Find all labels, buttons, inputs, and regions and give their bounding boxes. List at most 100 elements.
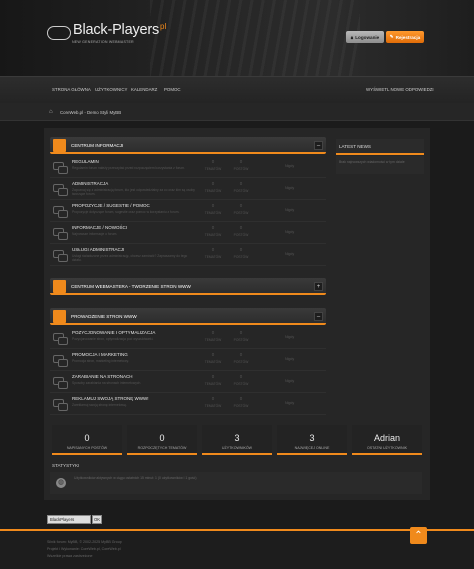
forum-title[interactable]: USŁUGI ADMINISTRACJI <box>72 247 124 252</box>
forum-icon <box>53 377 68 389</box>
topic-count: 0 <box>211 159 215 164</box>
footer-line: Wszelkie prawa zastrzeżone <box>47 554 93 558</box>
register-button[interactable]: ✎ Rejestracja <box>386 31 424 43</box>
category-title[interactable]: PROWADZENIE STRON WWW <box>71 314 137 319</box>
site-header: Black-Players pl NEW GENERATION WEBMASTE… <box>0 0 474 76</box>
breadcrumb-link[interactable]: CoreWeb.pl - Demo Styli MyBB <box>60 110 121 115</box>
latest-news-body: Brak najnowszych wiadomości w tym dziale <box>336 156 424 174</box>
topic-count: 0 <box>211 374 215 379</box>
forum-icon <box>53 162 68 174</box>
site-logo[interactable]: Black-Players pl <box>47 22 166 40</box>
stat-value[interactable]: Adrian <box>352 433 422 443</box>
category-header-webmaster: CENTRUM WEBMASTERA - TWORZENIE STRON WWW… <box>50 278 326 295</box>
post-label: POSTÓW <box>233 211 249 215</box>
post-label: POSTÓW <box>233 338 249 342</box>
nav-home[interactable]: STRONA GŁÓWNA <box>52 87 91 92</box>
forum-row: REKLAMUJ SWOJĄ STRONĘ WWW! Zareklamuj sw… <box>50 393 326 415</box>
collapse-toggle[interactable]: – <box>314 312 323 321</box>
online-info: Użytkowników aktywnych w ciągu ostatnich… <box>74 476 197 480</box>
stat-value: 0 <box>159 433 165 443</box>
topic-count: 0 <box>211 225 215 230</box>
breadcrumb: ⌂ CoreWeb.pl - Demo Styli MyBB <box>0 103 474 121</box>
theme-select[interactable]: BlackPlayers <box>47 515 91 524</box>
forum-row: INFORMACJE / NOWOŚCI Najnowsze informacj… <box>50 222 326 244</box>
topic-count: 0 <box>211 330 215 335</box>
statystyki-box: ◍ Użytkowników aktywnych w ciągu ostatni… <box>50 472 422 494</box>
category-title[interactable]: CENTRUM INFORMACJI <box>71 143 123 148</box>
forum-row: ZARABIANIE NA STRONACH Sposoby zarabiani… <box>50 371 326 393</box>
forum-title[interactable]: REGULAMIN <box>72 159 99 164</box>
topic-count: 0 <box>211 181 215 186</box>
stat-value: 3 <box>309 433 315 443</box>
topic-label: TEMATÓW <box>204 338 222 342</box>
forum-row: USŁUGI ADMINISTRACJI Usługi świadczone p… <box>50 244 326 266</box>
stat-box: Adrian OSTATNI UŻYTKOWNIK <box>352 425 422 455</box>
forum-desc: Regulamin forum należy przeczytać przed … <box>72 166 186 170</box>
header-decoration <box>150 0 360 76</box>
last-post: Nigdy <box>285 252 295 256</box>
post-label: POSTÓW <box>233 189 249 193</box>
nav-new-posts[interactable]: WYŚWIETL NOWE ODPOWIEDZI <box>366 87 434 92</box>
post-count: 0 <box>239 159 243 164</box>
forum-title[interactable]: REKLAMUJ SWOJĄ STRONĘ WWW! <box>72 396 149 401</box>
lock-icon: 🔒︎ <box>350 34 354 40</box>
stat-box: 0 NAPISANYCH POSTÓW <box>52 425 122 455</box>
forum-title[interactable]: POZYCJONOWANIE I OPTYMALIZACJA <box>72 330 155 335</box>
theme-ok-button[interactable]: OK <box>92 515 102 524</box>
stat-label: NAPISANYCH POSTÓW <box>66 446 108 450</box>
topic-count: 0 <box>211 396 215 401</box>
post-label: POSTÓW <box>233 233 249 237</box>
last-post: Nigdy <box>285 186 295 190</box>
statystyki-title: STATYSTYKI <box>52 463 80 468</box>
forum-row: POZYCJONOWANIE I OPTYMALIZACJA Pozycjono… <box>50 327 326 349</box>
forum-icon <box>53 355 68 367</box>
post-count: 0 <box>239 396 243 401</box>
nav-help[interactable]: POMOC <box>164 87 181 92</box>
forum-title[interactable]: ADMINISTRACJA <box>72 181 108 186</box>
topic-count: 0 <box>211 247 215 252</box>
forum-title[interactable]: PROMOCJA I MARKETING <box>72 352 128 357</box>
forum-row: PROMOCJA I MARKETING Promocja stron, mar… <box>50 349 326 371</box>
forum-desc: Propozycje dotyczące forum, sugestie ora… <box>72 210 180 214</box>
category-title[interactable]: CENTRUM WEBMASTERA - TWORZENIE STRON WWW <box>71 284 191 289</box>
scroll-top-icon[interactable]: ⌃ <box>410 527 427 544</box>
expand-toggle[interactable]: + <box>314 282 323 291</box>
post-label: POSTÓW <box>233 404 249 408</box>
post-count: 0 <box>239 352 243 357</box>
main-nav: STRONA GŁÓWNA UŻYTKOWNICY KALENDARZ POMO… <box>0 76 474 103</box>
footer-line: Silnik forum: MyBB, © 2002-2025 MyBB Gro… <box>47 540 122 544</box>
forum-row: REGULAMIN Regulamin forum należy przeczy… <box>50 156 326 178</box>
forum-title[interactable]: ZARABIANIE NA STRONACH <box>72 374 133 379</box>
forum-desc: Zareklamuj swoją stronę internetową. <box>72 403 127 407</box>
stat-label: OSTATNI UŻYTKOWNIK <box>367 446 407 450</box>
forum-icon <box>53 399 68 411</box>
gamepad-icon <box>47 26 71 40</box>
topic-count: 0 <box>211 203 215 208</box>
login-button[interactable]: 🔒︎ Logowanie <box>346 31 384 43</box>
category-header-info: CENTRUM INFORMACJI – <box>50 137 326 154</box>
stat-value: 0 <box>84 433 90 443</box>
post-label: POSTÓW <box>233 382 249 386</box>
latest-news-title: LATEST NEWS <box>336 139 424 155</box>
home-icon[interactable]: ⌂ <box>49 109 55 115</box>
stat-box: 3 UŻYTKOWNIKÓW <box>202 425 272 455</box>
topic-label: TEMATÓW <box>204 360 222 364</box>
stat-label: UŻYTKOWNIKÓW <box>221 446 253 450</box>
last-post: Nigdy <box>285 208 295 212</box>
collapse-toggle[interactable]: – <box>314 141 323 150</box>
forum-title[interactable]: PROPOZYCJE / SUGESTIE / POMOC <box>72 203 150 208</box>
last-post: Nigdy <box>285 230 295 234</box>
stat-value: 3 <box>234 433 240 443</box>
category-icon <box>53 139 66 152</box>
nav-users[interactable]: UŻYTKOWNICY <box>95 87 127 92</box>
forum-icon <box>53 250 68 262</box>
nav-calendar[interactable]: KALENDARZ <box>131 87 157 92</box>
topic-count: 0 <box>211 352 215 357</box>
last-post: Nigdy <box>285 357 295 361</box>
forum-title[interactable]: INFORMACJE / NOWOŚCI <box>72 225 127 230</box>
forum-desc: Promocja stron, marketing internetowy. <box>72 359 129 363</box>
last-post: Nigdy <box>285 164 295 168</box>
post-label: POSTÓW <box>233 255 249 259</box>
forum-desc: Pozycjonowanie stron, optymalizacja pod … <box>72 337 154 341</box>
category-icon <box>53 310 66 323</box>
